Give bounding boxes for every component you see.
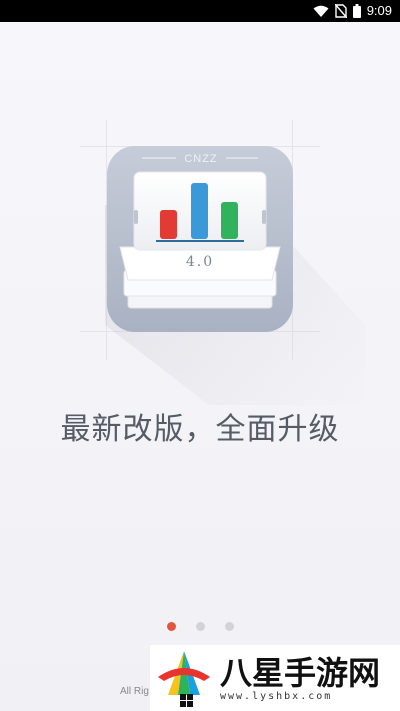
status-time: 9:09	[366, 3, 392, 18]
logo-version: 4.0	[186, 254, 214, 270]
no-sim-icon	[334, 4, 347, 18]
page-indicator	[0, 622, 400, 631]
page-dot-3[interactable]	[224, 622, 234, 631]
chart-bar-blue	[191, 183, 208, 239]
watermark-logo-icon	[158, 651, 210, 707]
status-bar: 9:09	[0, 0, 400, 22]
copyright-text: All Rig	[120, 686, 149, 697]
wifi-icon	[313, 5, 329, 17]
splash-page[interactable]: CNZZ 4.0 最新改版，全面升级 All Rig	[0, 22, 400, 711]
page-dot-2[interactable]	[195, 622, 205, 631]
battery-icon	[352, 4, 361, 18]
splash-headline: 最新改版，全面升级	[60, 412, 340, 447]
cnzz-app-logo: CNZZ 4.0	[107, 146, 293, 332]
chart-bar-red	[160, 210, 177, 239]
status-icons: 9:09	[313, 3, 392, 19]
page-dot-1[interactable]	[166, 622, 176, 631]
chart-bar-green	[221, 202, 238, 239]
logo-brand: CNZZ	[184, 153, 217, 165]
watermark-url: www.lyshbx.com	[220, 690, 333, 702]
watermark-text: 八星手游网	[220, 653, 381, 692]
site-watermark: 八星手游网 www.lyshbx.com	[150, 645, 400, 711]
